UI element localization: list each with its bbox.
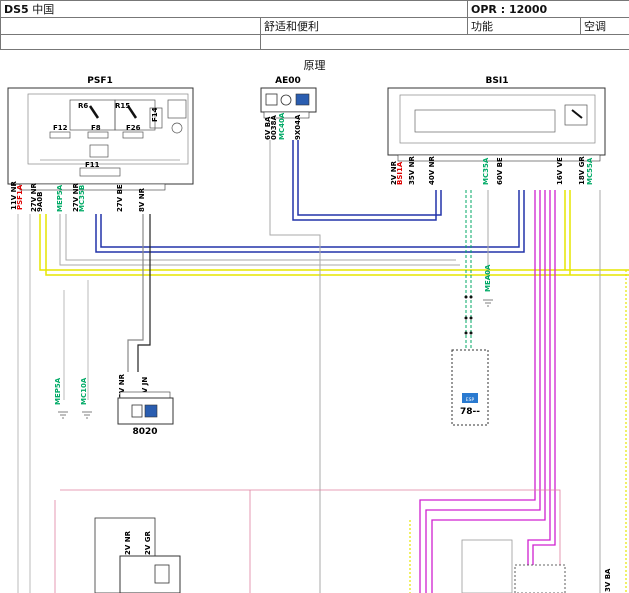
wire-grey-3 [65,214,456,261]
bsi1-conn-a-pin: BSI1A [396,161,404,185]
ae00-label: AE00 [275,76,301,86]
psf1-label: PSF1 [87,76,113,86]
psf1-f8: F8 [91,124,101,132]
ground-c-icon [483,299,493,307]
ae00-car-icon [295,93,310,106]
psf1-conn-c: MEP5A [56,184,64,212]
psf1-conn-b-pin: 9A0B [36,192,44,213]
ae00-conn-b: MC40A [278,112,286,140]
c8020-gear-icon [144,404,158,418]
psf1-conn-f: 8V NR [138,187,146,212]
ae00-conn-c: 9X04A [294,114,302,140]
psf1-conn-d-pin: MC35B [78,185,86,212]
psf1-f14: F14 [151,107,159,122]
ground-a-label: MEP5A [54,377,62,405]
bsi1-conn-e: 60V BE [496,157,504,185]
lower-component-box [119,555,181,593]
lower-right-box [514,564,566,593]
bsi1-conn-f: 16V VE [556,157,564,185]
splice-3 [464,316,468,320]
bottom-conn-b: 2V GR [144,531,152,555]
ground-b-icon [82,411,92,419]
c8020-pin-strip [119,391,171,399]
bsi1-conn-b: 35V NR [408,156,416,185]
lower-mid-frame [461,539,513,593]
splice-4 [469,316,473,320]
bsi1-conn-c: 40V NR [428,156,436,185]
splice-2 [469,295,473,299]
wire-yellow-2 [45,214,629,276]
wire-magenta-5 [532,190,556,565]
splice-6 [469,331,473,335]
splice-5 [464,331,468,335]
psf1-r15: R15 [115,102,130,110]
wiring-diagram: PSF1 R6 R15 F12 F8 F26 F14 F11 11V NR PS… [7,76,629,593]
psf1-box [7,87,194,185]
bsi1-conn-g-pin: MC55A [586,157,594,185]
c8020-label: 8020 [132,427,157,437]
bsi1-label: BSI1 [486,76,509,86]
psf1-f26: F26 [126,124,141,132]
esp-text: ESP [466,397,475,403]
ground-b-label: MC10A [80,377,88,405]
bottom-conn-a: 2V NR [124,530,132,555]
wire-magenta-4 [527,190,551,565]
psf1-conn-a-pin: PSF1A [16,184,24,210]
ground-a-icon [58,411,68,419]
psf1-f12: F12 [53,124,68,132]
psf1-r6: R6 [78,102,88,110]
ae00-conn-a-pin: 0038A [270,115,278,140]
bsi1-box [387,87,606,156]
splice-1 [464,295,468,299]
bsi1-conn-g: 18V GR [578,156,586,185]
bsi1-conn-d: MC35A [482,157,490,185]
wire-grey-2 [59,214,460,266]
wire-blue-2 [100,190,520,248]
ground-c-label: MEA0A [484,264,492,292]
wire-blue-1 [95,190,525,253]
wire-black-1 [137,214,151,372]
wire-grey-4 [127,214,144,372]
psf1-f11: F11 [85,161,100,169]
c7800-label: 78-- [460,407,480,417]
wire-grey-1 [269,140,321,593]
psf1-conn-e: 27V BE [116,184,124,212]
bottom-right-conn: 3V BA [604,568,612,592]
